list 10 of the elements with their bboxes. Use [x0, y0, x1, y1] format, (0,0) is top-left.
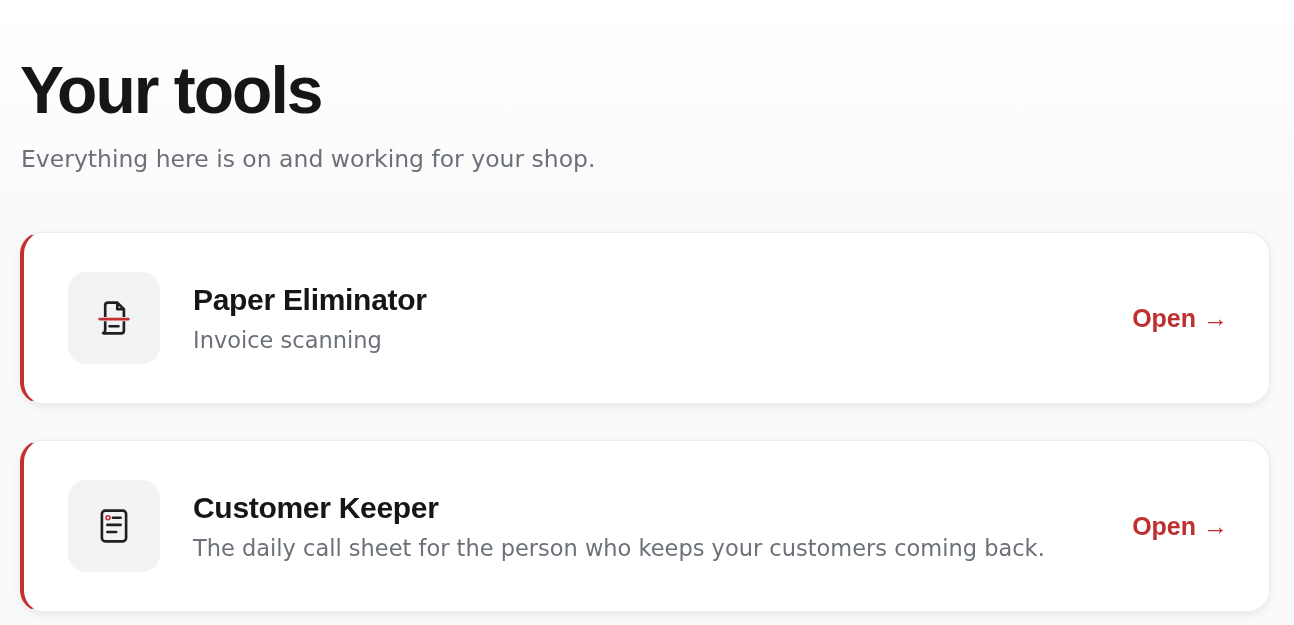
checklist-icon — [68, 480, 160, 573]
tool-name: Paper Eliminator — [193, 281, 428, 318]
document-scan-icon — [68, 272, 160, 365]
tool-name: Customer Keeper — [193, 489, 440, 526]
page-subtitle: Everything here is on and working for your shop. — [21, 145, 597, 174]
tool-description: The daily call sheet for the person who keeps your customers coming back. — [193, 534, 1046, 564]
page-title: Your tools — [20, 57, 323, 123]
tool-description: Invoice scanning — [193, 326, 383, 356]
open-link[interactable]: Open → — [1132, 511, 1228, 541]
open-link[interactable]: Open → — [1132, 303, 1228, 333]
